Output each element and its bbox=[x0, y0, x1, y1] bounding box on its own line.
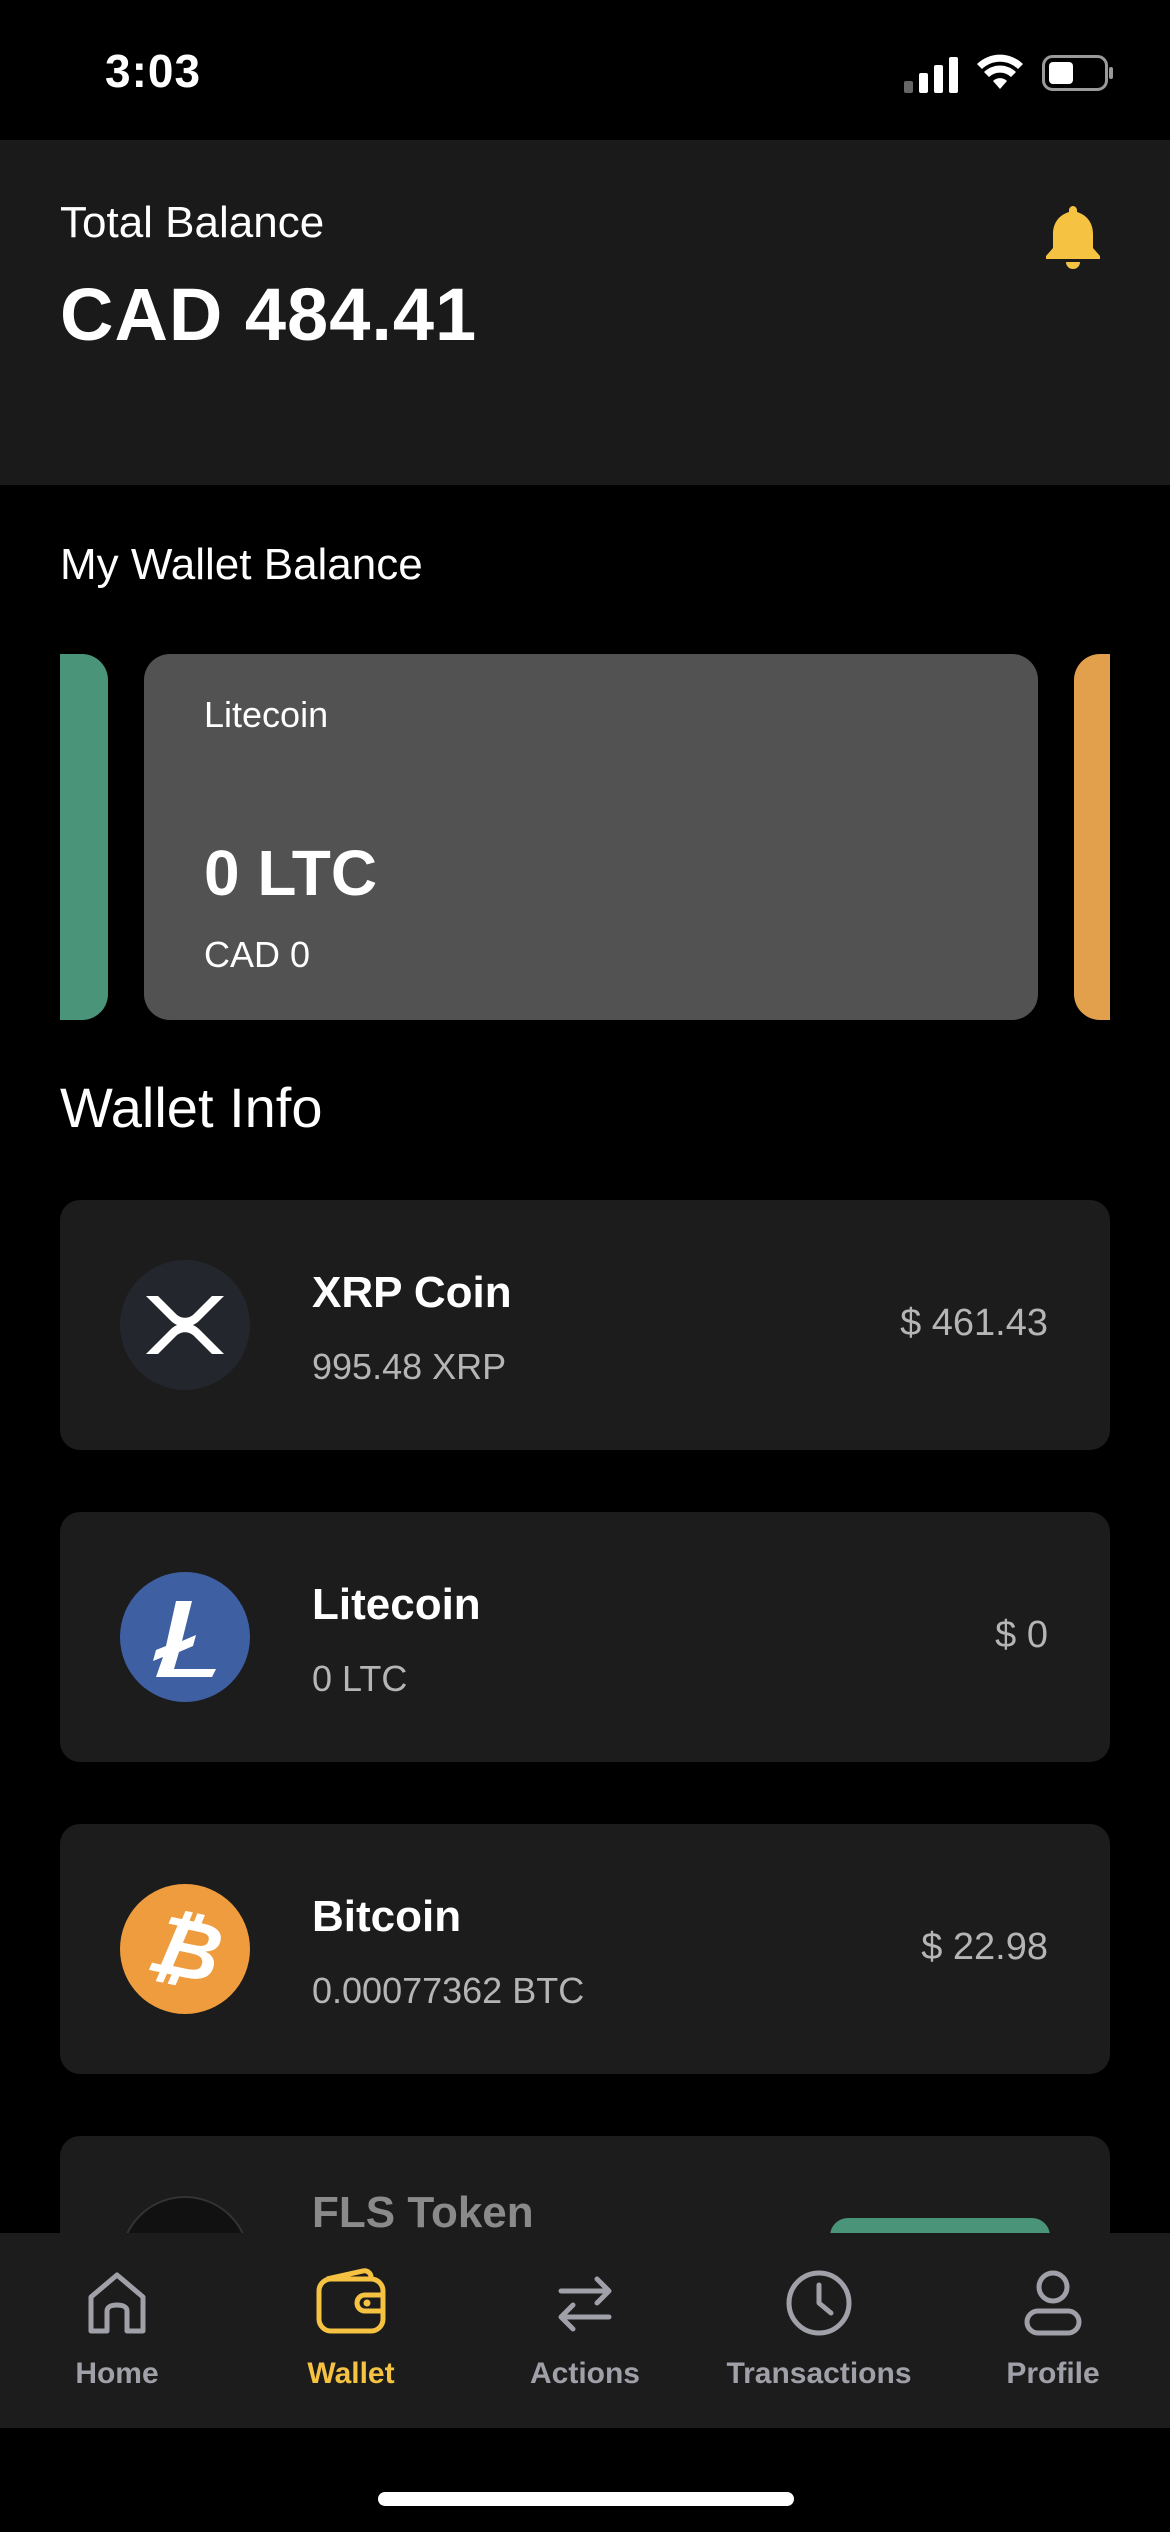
coin-value: $ 461.43 bbox=[900, 1302, 1048, 1344]
card-coin-name: Litecoin bbox=[204, 694, 329, 735]
coin-amount: 0 LTC bbox=[312, 1658, 408, 1699]
wallet-item-bitcoin[interactable]: ₿ Bitcoin 0.00077362 BTC $ 22.98 bbox=[60, 1824, 1110, 2074]
wifi-icon bbox=[977, 54, 1023, 89]
total-balance-value: CAD 484.41 bbox=[60, 273, 478, 356]
tab-wallet[interactable]: Wallet bbox=[234, 2233, 468, 2428]
wallet-item-xrp[interactable]: XRP Coin 995.48 XRP $ 461.43 bbox=[60, 1200, 1110, 1450]
wallet-info-title: Wallet Info bbox=[60, 1076, 323, 1139]
tab-home[interactable]: Home bbox=[0, 2233, 234, 2428]
wallet-card-litecoin[interactable]: Litecoin 0 LTC CAD 0 bbox=[144, 654, 1038, 1020]
wallet-balance-title: My Wallet Balance bbox=[60, 540, 423, 589]
bitcoin-icon: ₿ bbox=[120, 1884, 250, 2014]
signal-icon bbox=[904, 53, 958, 93]
bell-icon[interactable] bbox=[1042, 202, 1104, 272]
tab-label: Home bbox=[75, 2357, 159, 2390]
wallet-card-next[interactable] bbox=[1074, 654, 1110, 1020]
status-bar: 3:03 bbox=[0, 0, 1170, 140]
card-fiat-value: CAD 0 bbox=[204, 934, 311, 975]
total-balance-label: Total Balance bbox=[60, 198, 325, 247]
litecoin-icon bbox=[120, 1572, 250, 1702]
tab-actions[interactable]: Actions bbox=[468, 2233, 702, 2428]
coin-value: $ 22.98 bbox=[921, 1926, 1048, 1968]
tab-transactions[interactable]: Transactions bbox=[702, 2233, 936, 2428]
coin-amount: 995.48 XRP bbox=[312, 1346, 507, 1387]
balance-header: Total Balance CAD 484.41 bbox=[0, 140, 1170, 485]
tab-bar: Home Wallet Actions Transactions Profile bbox=[0, 2233, 1170, 2428]
home-icon bbox=[88, 2272, 146, 2334]
card-coin-amount: 0 LTC bbox=[204, 837, 378, 909]
coin-value: $ 0 bbox=[995, 1614, 1048, 1656]
xrp-icon bbox=[120, 1260, 250, 1390]
clock-icon bbox=[786, 2270, 852, 2336]
home-indicator[interactable] bbox=[378, 2492, 794, 2506]
coin-name: XRP Coin bbox=[312, 1268, 512, 1317]
coin-amount: 0.00077362 BTC bbox=[312, 1970, 585, 2011]
tab-profile[interactable]: Profile bbox=[936, 2233, 1170, 2428]
status-time: 3:03 bbox=[105, 45, 202, 97]
coin-name: Litecoin bbox=[312, 1580, 481, 1629]
swap-icon bbox=[558, 2276, 612, 2332]
tab-label: Profile bbox=[1006, 2357, 1100, 2390]
wallet-item-litecoin[interactable]: Litecoin 0 LTC $ 0 bbox=[60, 1512, 1110, 1762]
coin-name: FLS Token bbox=[312, 2188, 534, 2237]
status-icons bbox=[904, 50, 1114, 96]
tab-label: Actions bbox=[529, 2357, 640, 2390]
wallet-icon bbox=[316, 2268, 386, 2334]
coin-name: Bitcoin bbox=[312, 1892, 462, 1941]
tab-label: Transactions bbox=[726, 2357, 912, 2390]
wallet-card-prev[interactable] bbox=[60, 654, 108, 1020]
tab-label: Wallet bbox=[307, 2357, 395, 2390]
user-icon bbox=[1024, 2270, 1082, 2336]
battery-icon bbox=[1042, 55, 1113, 91]
